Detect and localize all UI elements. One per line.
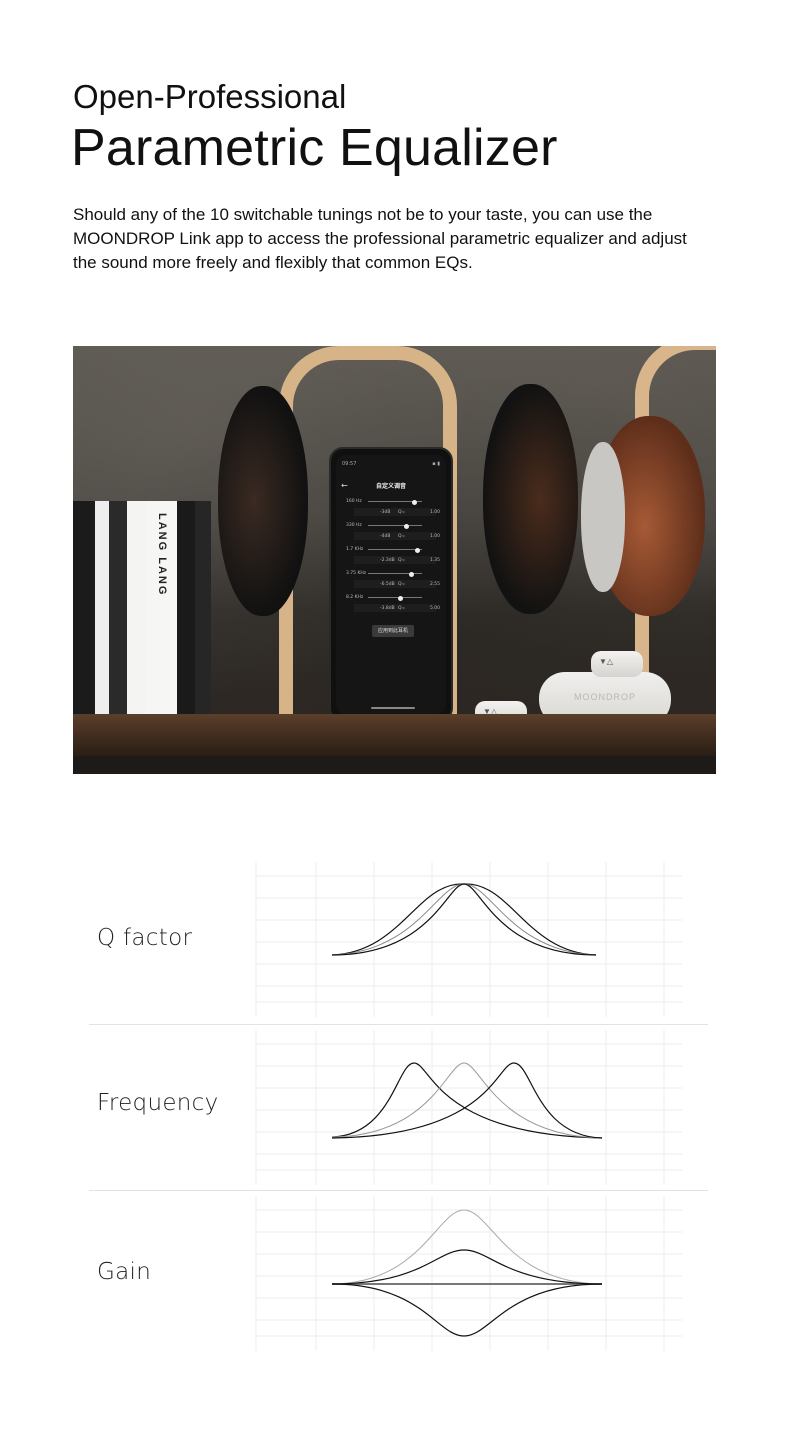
eq-band-slider-knob[interactable] [411, 500, 417, 505]
wooden-shelf [73, 714, 716, 756]
eq-band-q-value: 1.35 [429, 558, 440, 563]
eq-band-q-label: Q= [398, 510, 406, 515]
grid [255, 1196, 682, 1351]
eq-band-row[interactable]: 330 Hz -4dB Q= 1.00 [336, 523, 446, 547]
earcup-left-1 [218, 386, 308, 616]
eq-band-q-label: Q= [398, 582, 406, 587]
eq-band-frequency: 330 Hz [346, 523, 362, 528]
eq-band-gain: -4dB [380, 534, 391, 539]
eq-band-q-value: 5.00 [429, 606, 440, 611]
eq-band-slider[interactable] [368, 572, 422, 577]
eq-band-gain: -3.8dB [380, 606, 395, 611]
eq-band-row[interactable]: 8.2 KHz -3.8dB Q= 5.00 [336, 595, 446, 619]
book-title-langlang: LANG LANG [156, 513, 168, 597]
phone-screen: 09:57 ▪ ▮ ← 自定义调音 160 Hz -3dB Q= 1.00 330 Hz… [336, 455, 446, 714]
eq-band-slider-knob[interactable] [409, 572, 415, 577]
status-icons: ▪ ▮ [432, 461, 440, 467]
gain-curve-high [331, 1209, 603, 1285]
gain-diagram [255, 1196, 682, 1351]
eq-band-q-label: Q= [398, 534, 406, 539]
section-eyebrow: Open-Professional [73, 78, 347, 115]
eq-band-gain: -2.3dB [380, 558, 395, 563]
eq-band-frequency: 8.2 KHz [346, 595, 364, 600]
phone-screen-title: 自定义调音 [375, 483, 406, 490]
eq-band-frequency: 3.75 KHz [346, 571, 367, 576]
cd-stack: LANG LANG [73, 501, 218, 714]
eq-band-row[interactable]: 1.7 KHz -2.3dB Q= 1.35 [336, 547, 446, 571]
eq-band-row[interactable]: 160 Hz -3dB Q= 1.00 [336, 499, 446, 523]
eq-band-slider[interactable] [368, 524, 422, 529]
case-brand-logo: MOONDROP [574, 692, 636, 702]
earbud-right: ▼△ [591, 651, 643, 677]
q-factor-diagram [255, 862, 682, 1017]
earcup-right-pad [581, 442, 625, 592]
freq-curve-low [331, 1062, 603, 1139]
eq-band-q-label: Q= [398, 606, 406, 611]
diagram-label-q-factor: Q factor [97, 925, 193, 951]
q-curve-wide [331, 883, 597, 956]
eq-band-slider-knob[interactable] [414, 548, 420, 553]
diagram-label-gain: Gain [97, 1259, 152, 1285]
eq-band-q-label: Q= [398, 558, 406, 563]
eq-band-frequency: 1.7 KHz [346, 547, 364, 552]
eq-band-q-value: 1.00 [429, 510, 440, 515]
eq-band-slider[interactable] [368, 500, 422, 505]
eq-band-slider-knob[interactable] [398, 596, 404, 601]
eq-band-row[interactable]: 3.75 KHz -6.5dB Q= 2.55 [336, 571, 446, 595]
product-photo: LANG LANG 09:57 ▪ ▮ ← 自定义调音 160 Hz -3dB Q=… [73, 346, 716, 774]
gain-curve-cut [331, 1283, 603, 1337]
eq-band-gain: -6.5dB [380, 582, 395, 587]
apply-button[interactable]: 应用到此耳机 [372, 625, 414, 637]
phone-time: 09:57 [342, 461, 357, 467]
eq-band-q-value: 2.55 [429, 582, 440, 587]
freq-curve-mid [331, 1062, 603, 1139]
eq-band-slider[interactable] [368, 548, 422, 553]
earcup-left-2 [483, 384, 578, 614]
phone: 09:57 ▪ ▮ ← 自定义调音 160 Hz -3dB Q= 1.00 330 Hz… [329, 447, 453, 722]
divider [89, 1024, 708, 1025]
home-indicator [371, 707, 415, 709]
eq-band-q-value: 1.00 [429, 534, 440, 539]
feature-description: Should any of the 10 switchable tunings … [73, 205, 687, 272]
page-title: Parametric Equalizer [71, 119, 558, 177]
frequency-diagram [255, 1030, 682, 1185]
divider [89, 1190, 708, 1191]
eq-band-gain: -3dB [380, 510, 391, 515]
diagram-label-frequency: Frequency [97, 1090, 219, 1116]
eq-band-frequency: 160 Hz [346, 499, 362, 504]
eq-band-slider-knob[interactable] [403, 524, 409, 529]
grid [255, 1030, 682, 1185]
freq-curve-high [331, 1062, 603, 1139]
eq-band-slider[interactable] [368, 596, 422, 601]
earbud-logo-icon: ▼△ [599, 657, 614, 666]
